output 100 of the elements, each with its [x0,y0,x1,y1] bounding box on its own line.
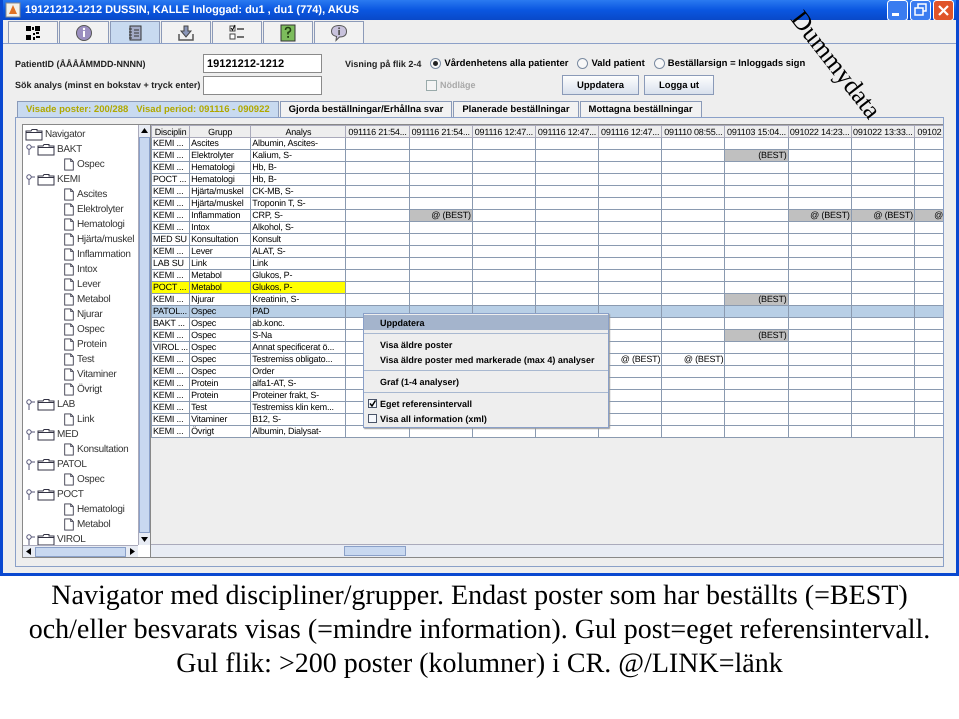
tree-handle-icon[interactable] [25,142,35,157]
table-row[interactable]: KEMI ... Njurar Kreatinin, S- (BEST) [152,294,943,306]
column-header[interactable]: 09102 [914,126,943,138]
tree-handle-icon[interactable] [25,172,35,187]
icon-tab[interactable] [8,21,58,43]
action-button[interactable]: Logga ut [644,75,714,95]
document-icon [63,367,75,382]
horizontal-scrollbar[interactable] [151,544,943,557]
column-header[interactable]: 091116 12:47... [598,126,662,138]
table-row[interactable]: KEMI ... Inflammation CRP, S- @ (BEST) @ (BEST) @ (BEST) @ [152,210,943,222]
table-row[interactable]: LAB SU Link Link [152,258,943,270]
menu-item[interactable]: Visa all information (xml) [364,411,608,426]
tree-item[interactable]: Övrigt [77,384,102,395]
radio-option[interactable]: Vald patient [577,58,645,69]
table-cell: Alkohol, S- [250,222,346,234]
tree-item[interactable]: Metabol [77,294,110,305]
document-icon [63,187,75,202]
column-header[interactable]: Disciplin [152,126,190,138]
action-button[interactable]: Uppdatera [562,75,639,95]
table-cell: Ospec [190,318,251,330]
tree-item[interactable]: VIROL [57,534,86,545]
table-row[interactable]: KEMI ... Intox Alkohol, S- [152,222,943,234]
minimize-icon[interactable] [887,0,908,20]
column-header[interactable]: 091022 13:33... [851,126,914,138]
table-cell: Hb, B- [250,162,346,174]
icon-tab[interactable] [161,21,211,43]
tree-item[interactable]: Ospec [77,474,104,485]
table-row[interactable]: KEMI ... Lever ALAT, S- [152,246,943,258]
column-header[interactable]: 091110 08:55... [662,126,725,138]
menu-item[interactable]: Uppdatera [364,315,608,330]
table-row[interactable]: POCT ... Hematologi Hb, B- [152,174,943,186]
column-header[interactable]: 091116 12:47... [472,126,536,138]
table-cell: Ascites [190,138,251,150]
document-icon [63,277,75,292]
table-row[interactable]: KEMI ... Hematologi Hb, B- [152,162,943,174]
table-row[interactable]: KEMI ... Ascites Albumin, Ascites- [152,138,943,150]
column-header[interactable]: 091116 12:47... [535,126,599,138]
table-cell: KEMI ... [152,330,190,342]
tree-item[interactable]: Ascites [77,189,108,200]
horizontal-scrollbar[interactable] [23,545,138,557]
tree-item[interactable]: Intox [77,264,98,275]
table-row[interactable]: KEMI ... Övrigt Albumin, Dialysat- [152,426,943,438]
icon-tab[interactable] [59,21,109,43]
tree-handle-icon[interactable] [25,397,35,412]
tree-handle-icon[interactable] [25,457,35,472]
tree-item[interactable]: Hematologi [77,504,125,515]
tree-item[interactable]: Hematologi [77,219,125,230]
tree-handle-icon[interactable] [25,487,35,502]
column-header[interactable]: Analys [250,126,346,138]
tree-item[interactable]: LAB [57,399,76,410]
table-cell: Kalium, S- [250,150,346,162]
tree-item[interactable]: POCT [57,489,84,500]
close-icon[interactable] [933,0,954,20]
column-header[interactable]: 091022 14:23... [788,126,852,138]
document-icon [63,322,75,337]
column-header[interactable]: 091116 21:54... [409,126,472,138]
table-row[interactable]: POCT ... Metabol Glukos, P- [152,282,943,294]
tree-handle-icon[interactable] [25,427,35,442]
tree-handle-icon[interactable] [25,532,35,545]
table-row[interactable]: MED SU Konsultation Konsult [152,234,943,246]
column-header[interactable]: 091103 15:04... [724,126,788,138]
column-header[interactable]: 091116 21:54... [346,126,410,138]
tree-item[interactable]: Elektrolyter [77,204,124,215]
icon-tab[interactable] [314,21,364,43]
table-row[interactable]: KEMI ... Hjärta/muskel Troponin T, S- [152,198,943,210]
radio-option[interactable]: Vårdenhetens alla patienter [430,58,568,69]
tree-item[interactable]: Metabol [77,519,110,530]
tab[interactable]: Mottagna beställningar [580,101,702,117]
search-field[interactable] [203,76,322,94]
restore-icon[interactable] [910,0,931,20]
patient-id-field[interactable]: 19121212-1212 [203,54,322,73]
tree-item[interactable]: Konsultation [77,444,128,455]
tree-item[interactable]: Vitaminer [77,369,116,380]
tree-item[interactable]: Lever [77,279,101,290]
field-label: PatientID (ÅÅÅÅMMDD-NNNN) [15,58,146,68]
qr-code-icon [24,24,42,42]
column-header[interactable]: Grupp [190,126,251,138]
tree-item[interactable]: Protein [77,339,107,350]
table-row[interactable]: KEMI ... Elektrolyter Kalium, S- (BEST) [152,150,943,162]
tree-item[interactable]: MED [57,429,78,440]
tree-item[interactable]: Navigator [45,129,86,140]
tree-item[interactable]: PATOL [57,459,87,470]
tree-item[interactable]: Ospec [77,324,104,335]
icon-tab[interactable] [212,21,262,43]
tree-item[interactable]: Njurar [77,309,102,320]
tab[interactable]: Planerade beställningar [453,101,579,117]
tree-item[interactable]: Ospec [77,159,104,170]
tree-item[interactable]: Link [77,414,94,425]
tree-item[interactable]: Inflammation [77,249,131,260]
tree-item[interactable]: Hjärta/muskel [77,234,134,245]
table-row[interactable]: KEMI ... Metabol Glukos, P- [152,270,943,282]
tree-item[interactable]: KEMI [57,174,80,185]
table-cell: Testremiss klin kem... [250,402,346,414]
tree-item[interactable]: Test [77,354,94,365]
tab[interactable]: Gjorda beställningar/Erhållna svar [280,101,452,117]
icon-tab[interactable] [263,21,313,43]
icon-tab[interactable] [110,21,160,43]
table-row[interactable]: KEMI ... Hjärta/muskel CK-MB, S- [152,186,943,198]
tree-item[interactable]: BAKT [57,144,82,155]
vertical-scrollbar[interactable] [138,125,150,545]
